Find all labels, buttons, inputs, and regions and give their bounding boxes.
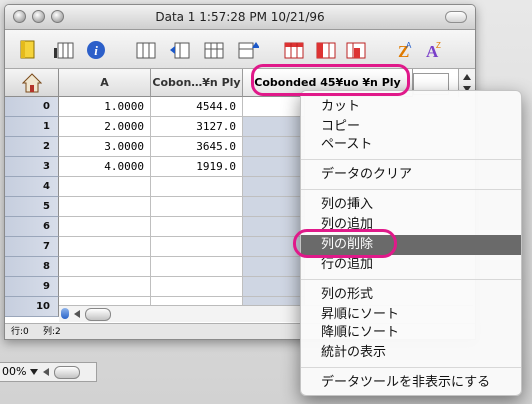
row-indicator: 行:0 xyxy=(11,327,29,337)
row-header[interactable]: 10 xyxy=(5,297,59,317)
menu-separator xyxy=(301,159,521,160)
cell-a[interactable] xyxy=(59,257,151,277)
cell-c[interactable] xyxy=(243,137,305,157)
cell-c[interactable] xyxy=(243,197,305,217)
cell-b[interactable]: 3645.0 xyxy=(151,137,243,157)
cell-b[interactable]: 1919.0 xyxy=(151,157,243,177)
column-header-b[interactable]: Cobon…¥n Ply xyxy=(151,69,243,97)
menu-item-sort-ascending[interactable]: 昇順にソート xyxy=(301,305,521,325)
delete-column-annotation xyxy=(293,229,397,258)
menu-item-add-row[interactable]: 行の追加 xyxy=(301,255,521,275)
info-icon[interactable]: i xyxy=(85,40,107,60)
cell-a[interactable] xyxy=(59,177,151,197)
menu-separator xyxy=(301,279,521,280)
grid-corner[interactable] xyxy=(5,69,59,97)
cell-c[interactable] xyxy=(243,177,305,197)
cell-c[interactable] xyxy=(243,117,305,137)
add-column-icon[interactable] xyxy=(203,40,225,60)
horizontal-scroll-thumb[interactable] xyxy=(85,308,111,321)
zoom-left-arrow-icon[interactable] xyxy=(42,367,50,377)
menu-item-paste[interactable]: ペースト xyxy=(301,135,521,155)
row-header[interactable]: 5 xyxy=(5,197,59,217)
row-header[interactable]: 1 xyxy=(5,117,59,137)
sort-ascending-icon[interactable]: Z A xyxy=(395,40,417,60)
cell-b[interactable] xyxy=(151,277,243,297)
scroll-left-arrow-icon[interactable] xyxy=(73,309,81,319)
menu-item-show-statistics[interactable]: 統計の表示 xyxy=(301,343,521,363)
cell-a[interactable] xyxy=(59,197,151,217)
cell-b[interactable] xyxy=(151,177,243,197)
home-icon xyxy=(22,73,42,93)
statistics-icon[interactable] xyxy=(53,40,75,60)
svg-text:Z: Z xyxy=(436,41,441,50)
cell-a[interactable]: 4.0000 xyxy=(59,157,151,177)
red-table-1-icon[interactable] xyxy=(283,40,305,60)
title-bar[interactable]: Data 1 1:57:28 PM 10/21/96 xyxy=(5,5,475,30)
add-row-icon[interactable] xyxy=(237,40,259,60)
red-table-2-icon[interactable] xyxy=(315,40,337,60)
cell-b[interactable] xyxy=(151,257,243,277)
cell-b[interactable] xyxy=(151,237,243,257)
menu-item-column-format[interactable]: 列の形式 xyxy=(301,285,521,305)
cell-a[interactable]: 3.0000 xyxy=(59,137,151,157)
row-header[interactable]: 0 xyxy=(5,97,59,117)
cell-c[interactable] xyxy=(243,257,305,277)
row-header[interactable]: 4 xyxy=(5,177,59,197)
row-header[interactable]: 8 xyxy=(5,257,59,277)
toolbar: i Z A A Z xyxy=(5,30,475,69)
svg-text:A: A xyxy=(406,41,412,50)
row-header[interactable]: 7 xyxy=(5,237,59,257)
menu-separator xyxy=(301,367,521,368)
cell-a[interactable]: 2.0000 xyxy=(59,117,151,137)
cell-b[interactable]: 4544.0 xyxy=(151,97,243,117)
menu-item-cut[interactable]: カット xyxy=(301,97,521,117)
row-header[interactable]: 3 xyxy=(5,157,59,177)
menu-item-clear-data[interactable]: データのクリア xyxy=(301,165,521,185)
menu-item-insert-column[interactable]: 列の挿入 xyxy=(301,195,521,215)
zoom-dropdown-icon[interactable] xyxy=(30,368,38,376)
column-header-a[interactable]: A xyxy=(59,69,151,97)
column-indicator: 列:2 xyxy=(43,327,61,337)
insert-column-icon[interactable] xyxy=(135,40,157,60)
red-table-3-icon[interactable] xyxy=(345,40,367,60)
menu-item-hide-data-tools[interactable]: データツールを非表示にする xyxy=(301,373,521,393)
cell-c[interactable] xyxy=(243,277,305,297)
menu-separator xyxy=(301,189,521,190)
column-header-annotation xyxy=(251,64,410,96)
menu-item-copy[interactable]: コピー xyxy=(301,117,521,137)
row-header[interactable]: 9 xyxy=(5,277,59,297)
zoom-scroll-thumb[interactable] xyxy=(54,366,80,379)
row-header[interactable]: 6 xyxy=(5,217,59,237)
svg-text:i: i xyxy=(94,43,98,58)
row-header[interactable]: 2 xyxy=(5,137,59,157)
cell-a[interactable] xyxy=(59,277,151,297)
zoom-control: 00% xyxy=(0,362,97,382)
move-column-icon[interactable] xyxy=(169,40,191,60)
cell-a[interactable] xyxy=(59,237,151,257)
notes-icon[interactable] xyxy=(17,40,39,60)
scroll-start-handle[interactable] xyxy=(61,308,69,319)
zoom-value[interactable]: 00% xyxy=(2,363,26,381)
sort-descending-icon[interactable]: A Z xyxy=(423,40,445,60)
cell-c[interactable] xyxy=(243,97,305,117)
menu-item-sort-descending[interactable]: 降順にソート xyxy=(301,323,521,343)
cell-b[interactable] xyxy=(151,197,243,217)
toolbar-toggle-button[interactable] xyxy=(445,11,467,23)
cell-a[interactable] xyxy=(59,217,151,237)
window-title: Data 1 1:57:28 PM 10/21/96 xyxy=(155,10,325,24)
cell-a[interactable]: 1.0000 xyxy=(59,97,151,117)
cell-c[interactable] xyxy=(243,157,305,177)
cell-b[interactable]: 3127.0 xyxy=(151,117,243,137)
cell-b[interactable] xyxy=(151,217,243,237)
